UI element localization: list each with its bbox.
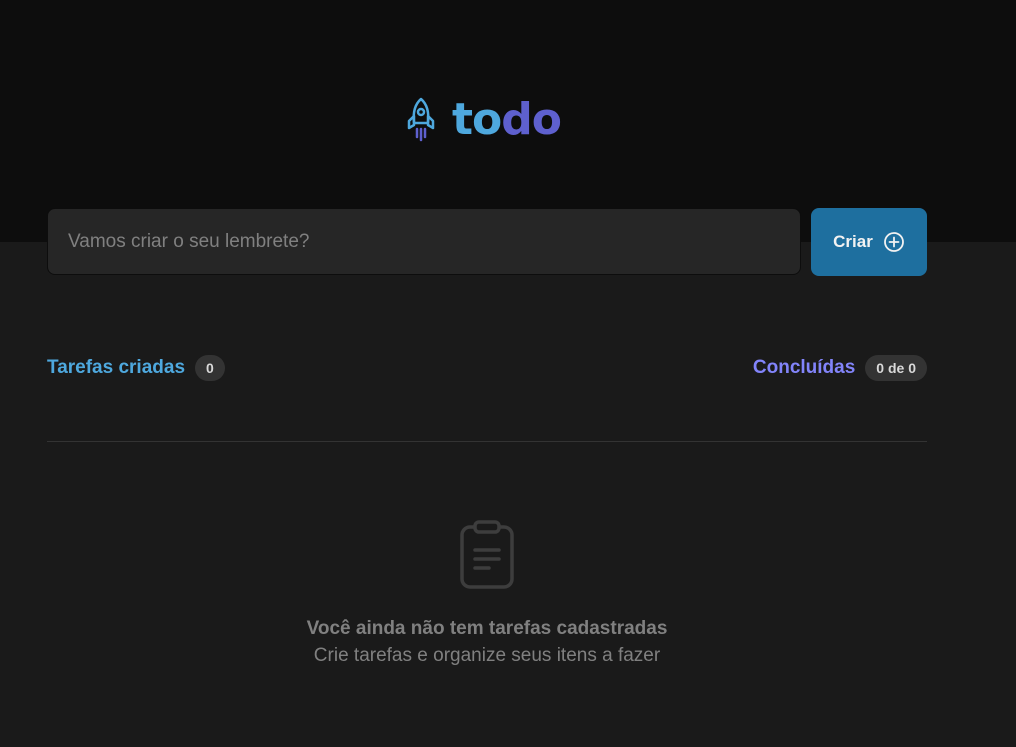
created-counter: Tarefas criadas 0 [47,355,225,381]
logo-text-to: to [452,94,502,145]
empty-state-subtitle: Crie tarefas e organize seus itens a faz… [313,645,661,666]
task-input[interactable] [47,208,801,275]
create-button[interactable]: Criar [811,208,927,276]
logo: todo [406,94,562,146]
empty-state-title: Você ainda não tem tarefas cadastradas [306,618,668,639]
rocket-icon [407,97,435,142]
header: todo [0,0,1016,242]
logo-text: todo [452,94,562,146]
create-button-label: Criar [833,232,873,251]
plus-circle-icon [883,232,904,252]
created-label: Tarefas criadas [47,357,186,378]
todo-app: todo Criar Tarefas criadas 0 Concluídas … [0,0,1016,747]
done-label: Concluídas [752,357,856,378]
logo-text-do: do [501,94,562,145]
create-task-form: Criar [47,208,927,276]
task-counters: Tarefas criadas 0 Concluídas 0 de 0 [47,354,927,382]
created-count-badge: 0 [195,355,225,381]
done-counter: Concluídas 0 de 0 [753,355,927,381]
empty-state: Você ainda não tem tarefas cadastradas C… [47,520,927,670]
done-count-badge: 0 de 0 [865,355,927,381]
clipboard-icon [460,520,514,589]
divider [47,441,927,442]
